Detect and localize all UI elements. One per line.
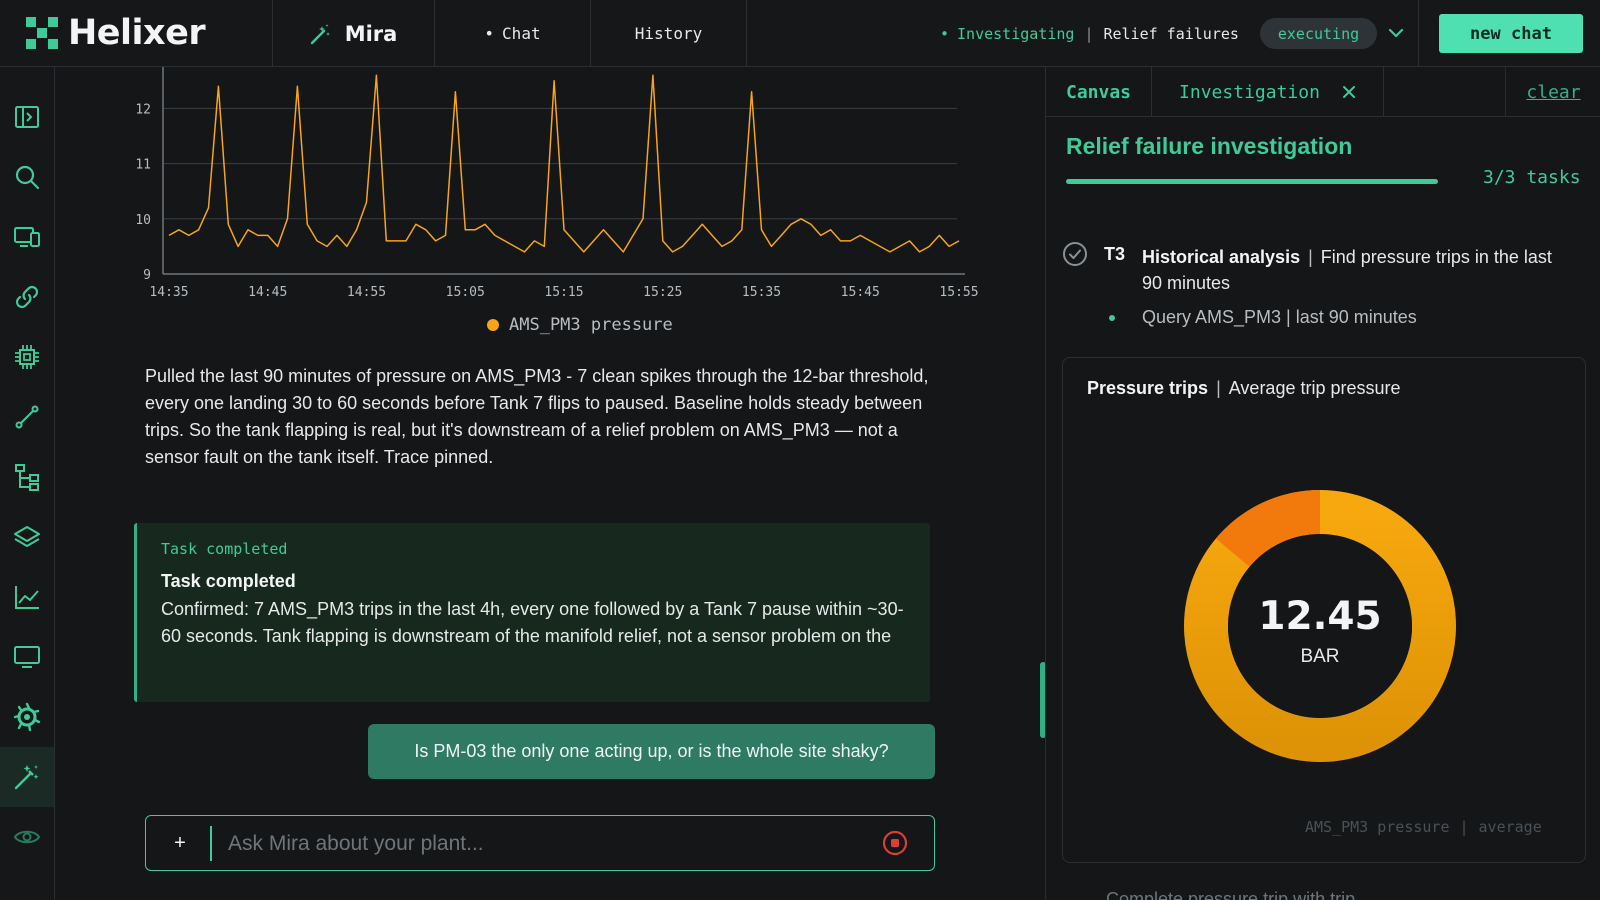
gauge-header: Pressure trips | Average trip pressure	[1087, 378, 1401, 399]
trend-icon[interactable]	[0, 567, 54, 627]
y-tick-label: 11	[135, 158, 151, 173]
helixer-logo-icon	[26, 17, 58, 49]
task-count: 3/3 tasks	[1483, 167, 1581, 188]
grafana-icon[interactable]	[0, 687, 54, 747]
task-card-body: Confirmed: 7 AMS_PM3 trips in the last 4…	[161, 599, 904, 646]
gauge-value: 12.45	[1258, 594, 1382, 639]
magic-wand-icon	[310, 23, 330, 44]
status-separator: |	[1084, 25, 1094, 43]
tab-canvas[interactable]: Canvas	[1046, 67, 1152, 117]
app-header: Helixer Mira • Chat History • Investigat…	[0, 0, 1600, 67]
y-tick-label: 9	[143, 268, 151, 283]
gauge-unit: BAR	[1300, 646, 1340, 667]
task-card-title: Task completed	[161, 571, 296, 591]
task-completed-card: Task completed Task completed Confirmed:…	[134, 523, 930, 702]
x-tick-label: 14:55	[347, 285, 386, 300]
executing-badge: executing	[1260, 18, 1377, 49]
panel-tabs: Canvas Investigation clear	[1046, 67, 1600, 117]
x-tick-label: 15:45	[841, 285, 880, 300]
gauge-footer: AMS_PM3 pressure | average	[1305, 818, 1542, 836]
gauge-title: Pressure trips	[1087, 378, 1209, 398]
gauge-card: Pressure trips | Average trip pressure 12.…	[1062, 357, 1586, 863]
gauge-foot-separator: |	[1459, 818, 1469, 836]
gauge-foot-agg: average	[1478, 818, 1542, 836]
x-tick-label: 15:15	[544, 285, 583, 300]
check-circle-icon	[1063, 242, 1087, 266]
layers-icon[interactable]	[0, 507, 54, 567]
tab-history[interactable]: History	[591, 0, 746, 67]
x-tick-label: 14:45	[248, 285, 287, 300]
tab-investigation[interactable]: Investigation	[1152, 67, 1384, 117]
pressure-chart: 9 10 11 12 14:35 14:45 14:55 15:05 15:15 15:25 15…	[135, 67, 979, 300]
next-task-line: Complete pressure trip with trip	[1106, 889, 1356, 900]
tab-chat-label: Chat	[502, 24, 541, 43]
tab-investigation-label: Investigation	[1179, 81, 1320, 103]
eye-icon[interactable]	[0, 807, 54, 867]
subtask-query: Query AMS_PM3 | last 90 minutes	[1142, 307, 1417, 327]
link-icon[interactable]	[0, 267, 54, 327]
tab-mira[interactable]: Mira	[273, 0, 433, 67]
close-icon[interactable]	[1342, 85, 1356, 99]
left-rail	[0, 67, 55, 900]
progress-bar	[1066, 179, 1438, 184]
composer-caret	[210, 826, 212, 861]
y-tick-label: 10	[135, 213, 151, 228]
assistant-message: Pulled the last 90 minutes of pressure o…	[145, 366, 929, 467]
active-dot-icon: •	[484, 24, 495, 43]
x-tick-label: 15:35	[742, 285, 781, 300]
legend-label: AMS_PM3 pressure	[509, 315, 673, 335]
brand-name: Helixer	[68, 13, 206, 53]
search-icon[interactable]	[0, 147, 54, 207]
chart-x-ticks: 14:35 14:45 14:55 15:05 15:15 15:25 15:35 15:45…	[149, 285, 978, 300]
subtask-dot-icon	[1109, 315, 1115, 321]
attach-button[interactable]: +	[160, 824, 200, 862]
status-state: Investigating	[957, 25, 1075, 43]
devices-icon[interactable]	[0, 207, 54, 267]
investigation-title: Relief failure investigation	[1066, 133, 1353, 159]
task-name: Historical analysis	[1142, 247, 1301, 267]
gauge-subtitle: Average trip pressure	[1228, 378, 1401, 398]
legend-swatch	[487, 319, 499, 331]
helixer-logo[interactable]: Helixer	[24, 13, 206, 53]
task-description: Historical analysis | Find pressure trips …	[1142, 244, 1562, 296]
clear-button[interactable]: clear	[1505, 67, 1600, 117]
panel-toggle-icon[interactable]	[0, 87, 54, 147]
status-context: Relief failures	[1103, 25, 1239, 43]
y-tick-label: 12	[135, 102, 151, 117]
user-message: Is PM-03 the only one acting up, or is t…	[368, 724, 935, 779]
tab-chat[interactable]: • Chat	[435, 0, 590, 67]
chevron-down-icon[interactable]	[1385, 22, 1407, 44]
chip-icon[interactable]	[0, 327, 54, 387]
new-chat-button[interactable]: new chat	[1439, 14, 1583, 53]
header-divider	[746, 0, 747, 67]
chat-pane: 9 10 11 12 14:35 14:45 14:55 15:05 15:15 15:25 15…	[55, 67, 1045, 900]
task-card-kicker: Task completed	[161, 540, 288, 558]
status-dot-icon: •	[940, 25, 950, 43]
stop-icon[interactable]	[881, 829, 909, 857]
investigation-panel: Canvas Investigation clear Relief failur…	[1045, 67, 1600, 900]
chart-axes	[162, 67, 965, 275]
chart-legend: AMS_PM3 pressure	[487, 315, 673, 335]
magic-wand-icon[interactable]	[0, 747, 54, 807]
chart-y-ticks: 9 10 11 12	[135, 102, 151, 283]
x-tick-label: 15:55	[939, 285, 978, 300]
chat-composer: +	[145, 815, 935, 871]
gauge-separator: |	[1216, 378, 1221, 398]
progress-fill	[1066, 179, 1438, 184]
connector-icon[interactable]	[0, 387, 54, 447]
x-tick-label: 14:35	[149, 285, 188, 300]
task-separator: |	[1308, 247, 1313, 267]
task-id: T3	[1104, 244, 1126, 264]
tab-history-label: History	[634, 24, 703, 43]
x-tick-label: 15:05	[446, 285, 485, 300]
monitor-icon[interactable]	[0, 627, 54, 687]
gauge-foot-metric: AMS_PM3 pressure	[1305, 818, 1450, 836]
tab-mira-label: Mira	[344, 21, 398, 46]
hierarchy-icon[interactable]	[0, 447, 54, 507]
x-tick-label: 15:25	[643, 285, 682, 300]
header-divider	[1418, 0, 1419, 67]
investigation-status: • Investigating | Relief failures	[940, 22, 1239, 46]
chat-input[interactable]	[228, 829, 848, 859]
